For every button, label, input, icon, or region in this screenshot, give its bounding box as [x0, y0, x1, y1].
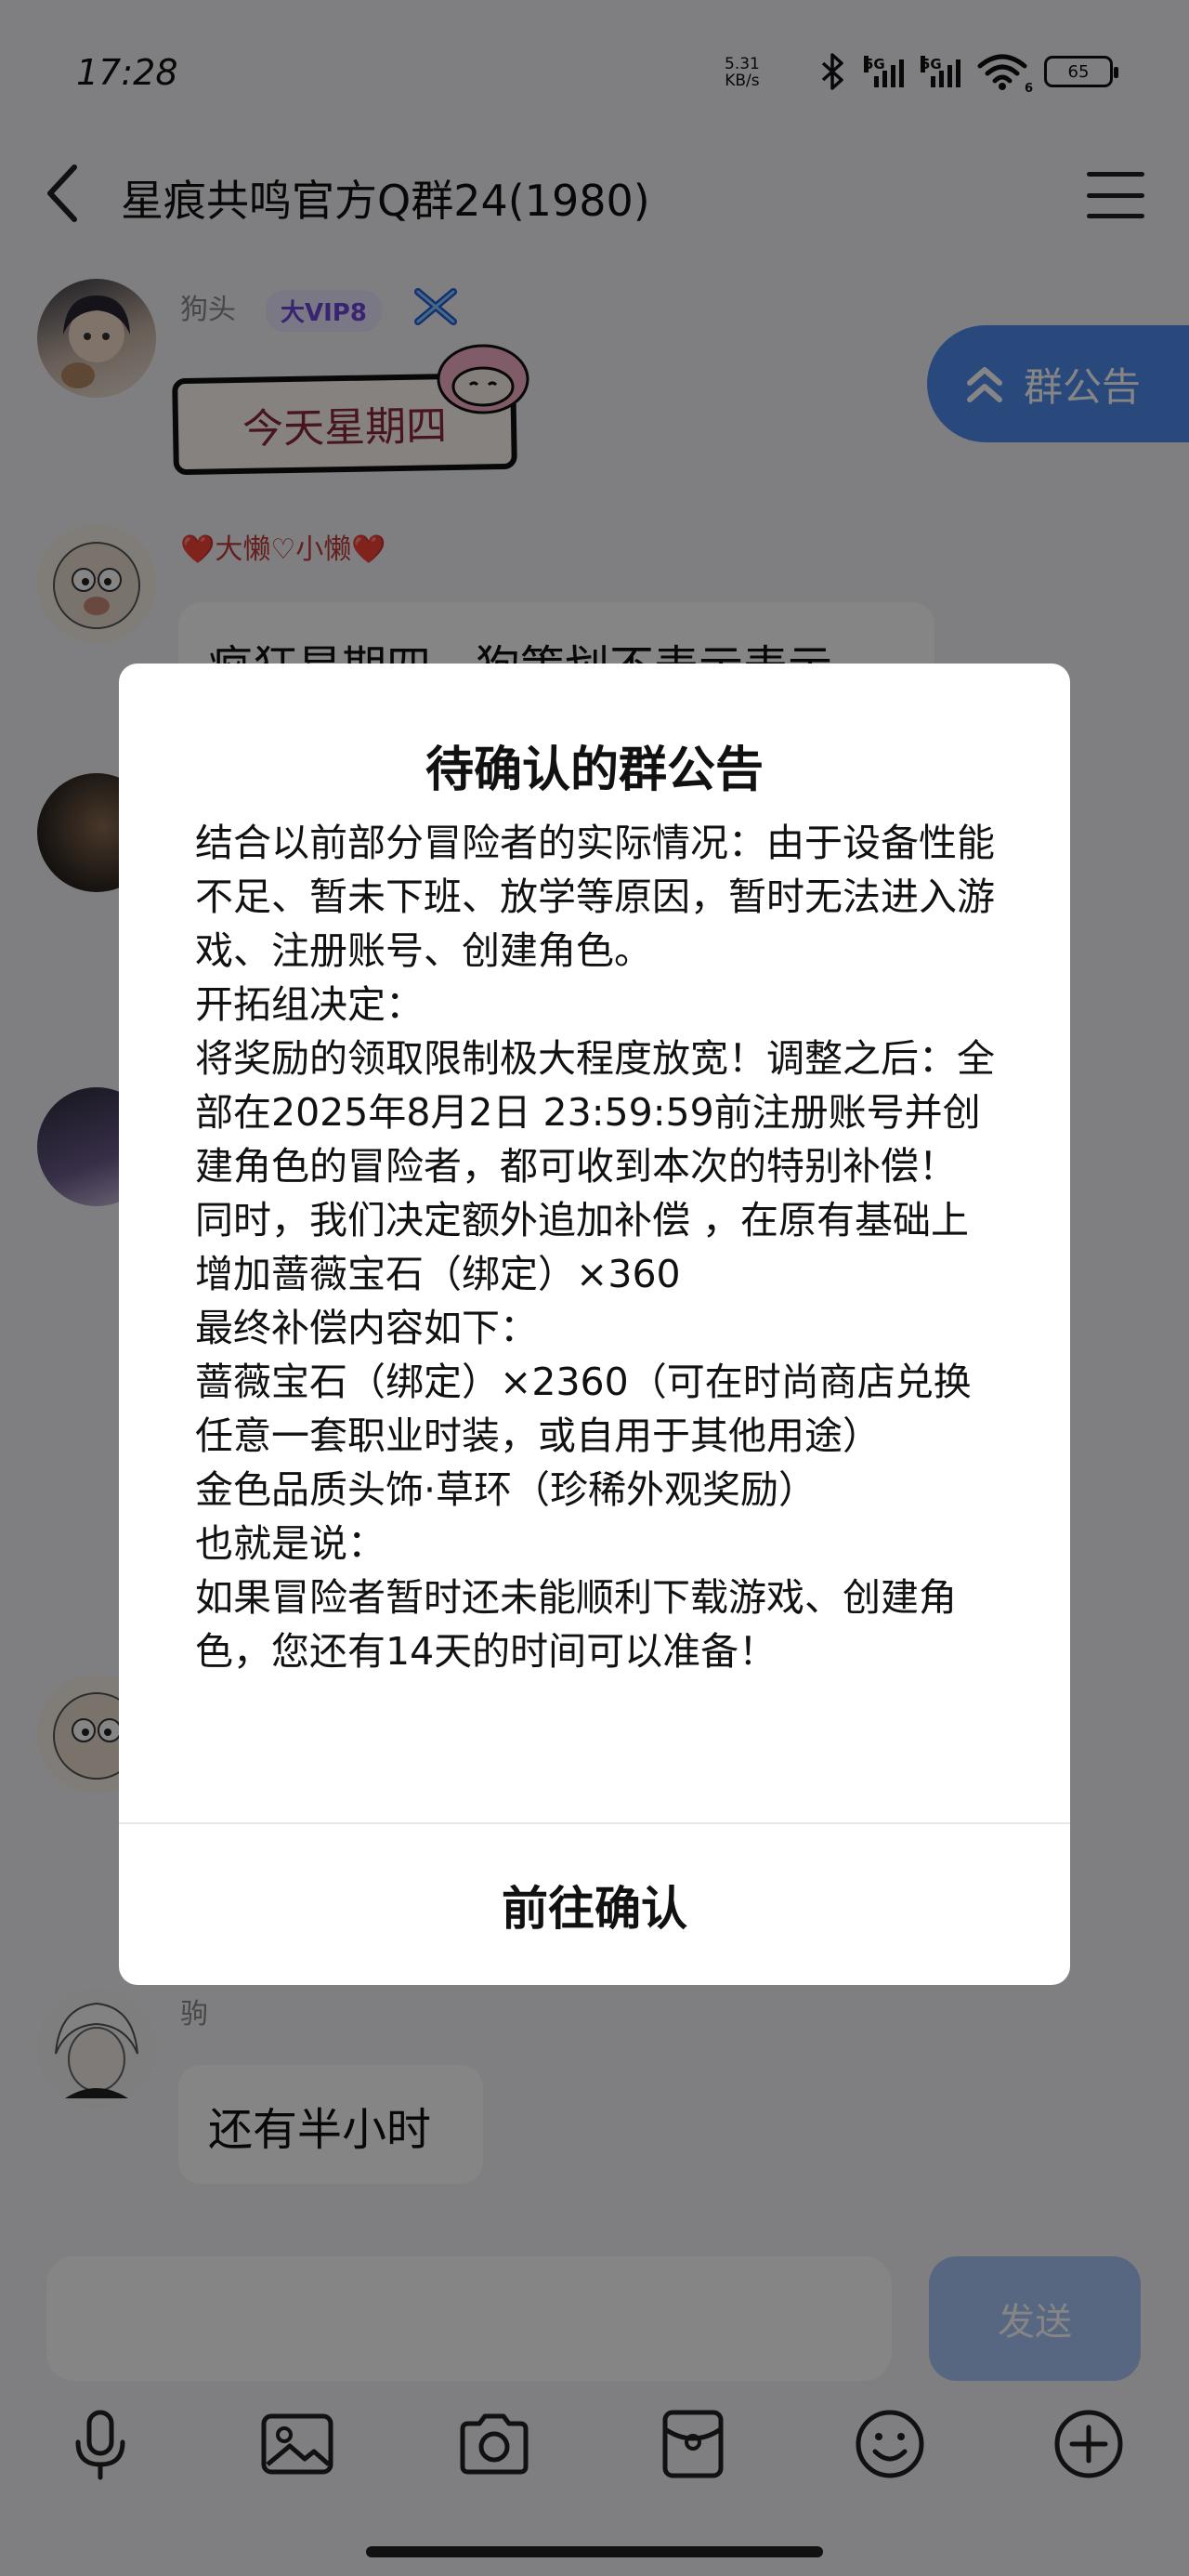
home-indicator[interactable] [366, 2546, 823, 2557]
go-confirm-button[interactable]: 前往确认 [119, 1825, 1070, 1985]
notice-paragraph: 同时，我们决定额外追加补偿 ，在原有基础上增加蔷薇宝石（绑定）×360 [195, 1198, 970, 1296]
notice-paragraph: 结合以前部分冒险者的实际情况：由于设备性能不足、暂未下班、放学等原因，暂时无法进… [195, 821, 995, 973]
notice-paragraph: 蔷薇宝石（绑定）×2360（可在时尚商店兑换任意一套职业时装，或自用于其他用途） [195, 1360, 972, 1458]
notice-body: 结合以前部分冒险者的实际情况：由于设备性能不足、暂未下班、放学等原因，暂时无法进… [195, 816, 1003, 1678]
dialog-divider [119, 1822, 1070, 1824]
notice-paragraph: 如果冒险者暂时还未能顺利下载游戏、创建角色，您还有14天的时间可以准备！ [195, 1575, 957, 1674]
notice-paragraph: 金色品质头饰·草环（珍稀外观奖励） [195, 1467, 817, 1512]
dialog-title: 待确认的群公告 [425, 743, 764, 798]
notice-paragraph: 也就是说： [195, 1521, 385, 1566]
notice-paragraph: 开拓组决定： [195, 982, 424, 1027]
pending-notice-dialog: 待确认的群公告 结合以前部分冒险者的实际情况：由于设备性能不足、暂未下班、放学等… [119, 664, 1070, 1985]
notice-paragraph: 最终补偿内容如下： [195, 1306, 538, 1350]
notice-paragraph: 将奖励的领取限制极大程度放宽！调整之后：全部在2025年8月2日 23:59:5… [195, 1036, 995, 1189]
